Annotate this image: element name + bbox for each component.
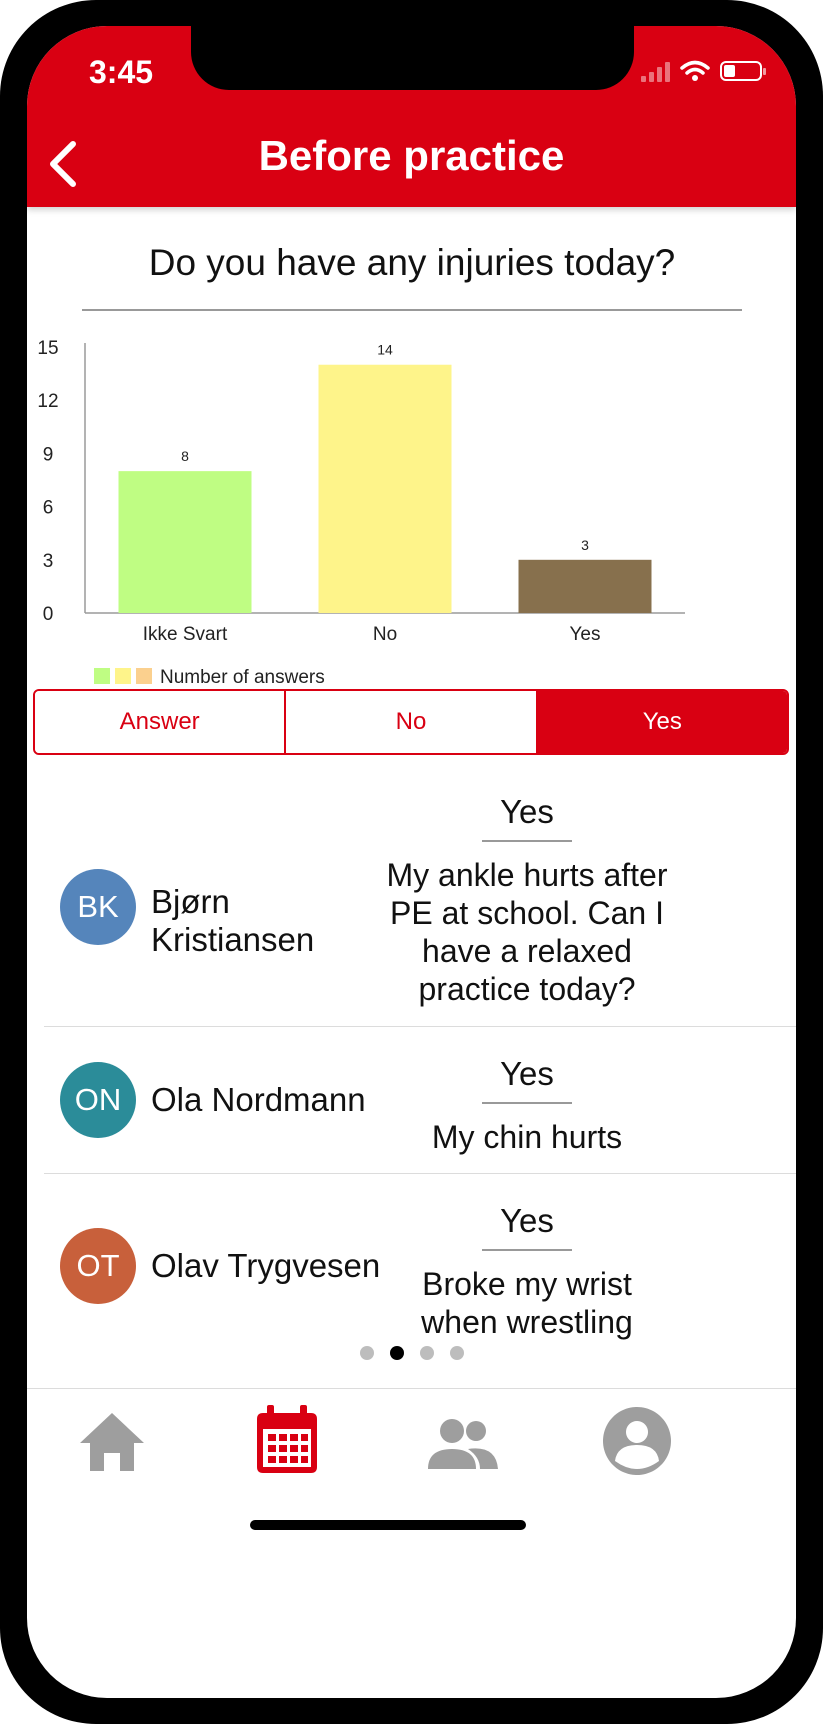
bar-value-label: 3	[581, 537, 589, 553]
wifi-icon	[680, 60, 710, 81]
home-icon	[80, 1413, 144, 1471]
person-name: Bjørn Kristiansen	[151, 883, 315, 958]
answer-value: Yes	[500, 793, 554, 830]
legend-swatch	[94, 668, 110, 684]
y-tick-label: 6	[43, 498, 54, 519]
page-dot[interactable]	[359, 1346, 374, 1360]
tab-profile[interactable]	[597, 1401, 677, 1481]
legend-label: Number of answers	[160, 667, 325, 688]
page-indicator	[27, 1346, 796, 1360]
y-tick-label: 15	[37, 338, 58, 359]
device-notch	[191, 26, 634, 90]
battery-icon	[720, 61, 766, 81]
bar	[118, 471, 252, 613]
answer-comment: My chin hurts	[431, 1119, 623, 1155]
people-icon	[428, 1419, 498, 1469]
x-tick-label: Yes	[570, 624, 601, 645]
question-underline	[82, 309, 742, 311]
response-row[interactable]: BK Bjørn Kristiansen Yes My ankle hurts …	[44, 781, 796, 1027]
y-tick-label: 12	[37, 391, 58, 412]
y-tick-label: 0	[43, 604, 54, 625]
tab-home[interactable]	[72, 1401, 152, 1481]
avatar: OT	[60, 1228, 136, 1304]
answer-value: Yes	[500, 1202, 554, 1239]
status-time: 3:45	[89, 54, 154, 90]
answer-comment: Broke my wrist when wrestling	[421, 1266, 633, 1340]
y-tick-label: 3	[43, 551, 54, 572]
filter-yes-button[interactable]: Yes	[535, 691, 787, 753]
bar	[518, 559, 652, 613]
home-indicator	[250, 1520, 526, 1530]
response-row[interactable]: ON Ola Nordmann Yes My chin hurts	[44, 1027, 796, 1174]
tab-bar	[27, 1388, 796, 1509]
bar-value-label: 14	[377, 342, 393, 358]
cellular-signal-icon	[641, 60, 670, 82]
answer-block: Yes Broke my wrist when wrestling	[377, 1202, 677, 1341]
answers-bar-chart: 0 3 6 9 12 15 8 Ikke Svart 14 No 3 Yes Number of ans…	[37, 338, 685, 688]
y-tick-label: 9	[43, 444, 54, 465]
calendar-icon	[257, 1405, 317, 1473]
bar	[318, 364, 452, 613]
page-dot[interactable]	[389, 1346, 404, 1360]
legend-swatch	[115, 668, 131, 684]
answer-block: Yes My ankle hurts after PE at school. C…	[377, 793, 677, 1008]
status-icons	[641, 60, 766, 82]
answer-filter: Answer No Yes	[33, 689, 789, 755]
screen: 3:45 Before practice Do you have any inj…	[27, 26, 796, 1698]
device-frame: 3:45 Before practice Do you have any inj…	[0, 0, 823, 1724]
profile-icon	[602, 1407, 671, 1475]
answer-value: Yes	[500, 1055, 554, 1092]
filter-no-button[interactable]: No	[284, 691, 536, 753]
x-tick-label: Ikke Svart	[143, 624, 228, 645]
answer-block: Yes My chin hurts	[377, 1055, 677, 1156]
person-name: Olav Trygvesen	[151, 1247, 381, 1284]
avatar: ON	[60, 1062, 136, 1138]
page-title: Before practice	[258, 132, 565, 179]
answer-underline	[482, 1102, 572, 1104]
bar-value-label: 8	[181, 448, 189, 464]
page-dot[interactable]	[419, 1346, 434, 1360]
tab-calendar[interactable]	[247, 1401, 327, 1481]
answer-underline	[482, 1249, 572, 1251]
response-list: BK Bjørn Kristiansen Yes My ankle hurts …	[44, 781, 796, 1346]
avatar: BK	[60, 869, 136, 945]
page-dot[interactable]	[449, 1346, 464, 1360]
response-row[interactable]: OT Olav Trygvesen Yes Broke my wrist whe…	[44, 1174, 796, 1346]
answer-comment: My ankle hurts after PE at school. Can I…	[386, 857, 668, 1007]
person-name: Ola Nordmann	[151, 1081, 366, 1118]
tab-team[interactable]	[422, 1401, 502, 1481]
filter-answer-button[interactable]: Answer	[35, 691, 285, 753]
x-tick-label: No	[373, 624, 397, 645]
answer-underline	[482, 840, 572, 842]
question-title: Do you have any injuries today?	[148, 242, 676, 283]
legend-swatch	[136, 668, 152, 684]
